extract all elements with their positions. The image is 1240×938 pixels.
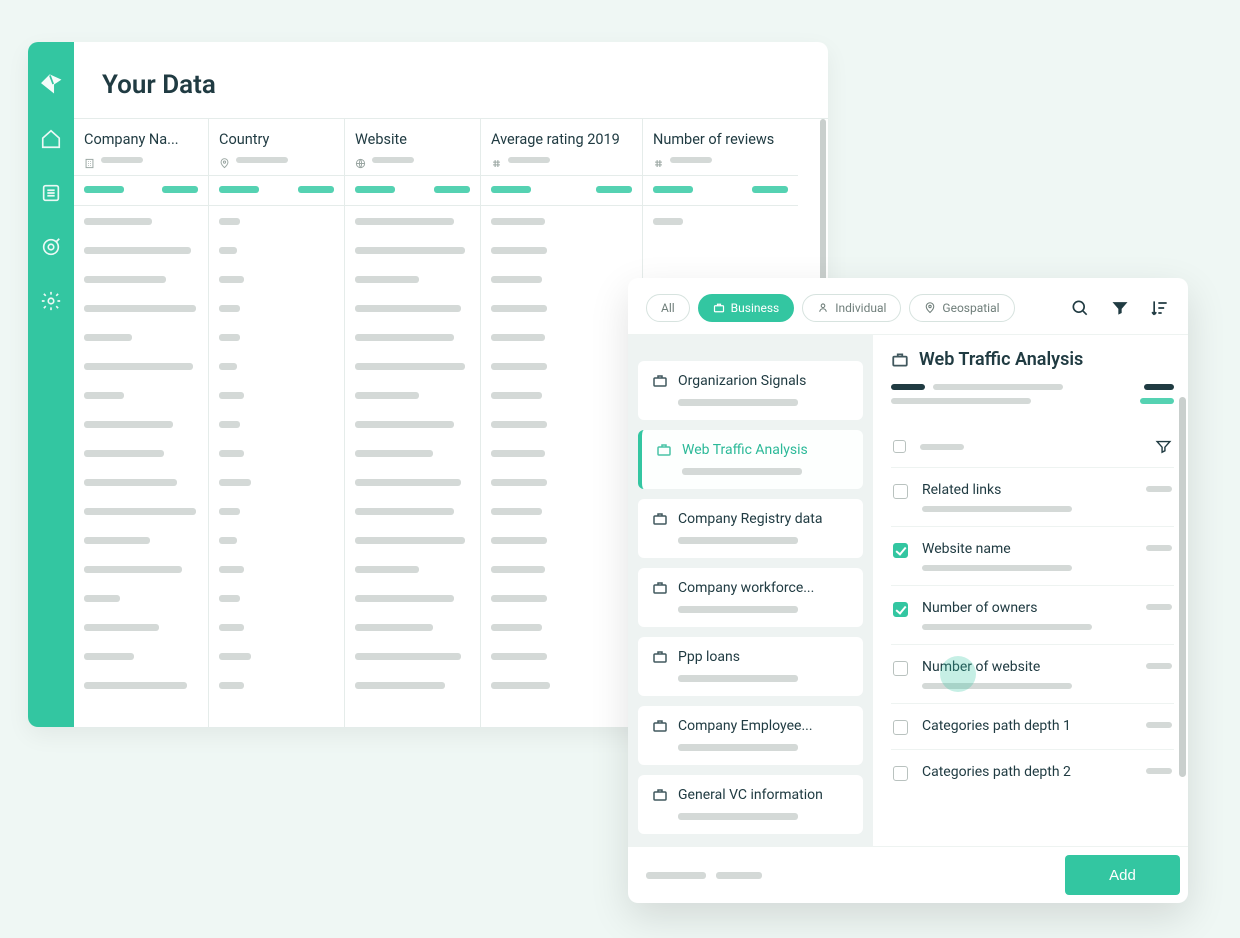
filter-label: Geospatial [942,301,999,315]
signal-filterbar [891,434,1174,459]
home-icon[interactable] [40,128,62,154]
chip [162,186,198,193]
target-icon[interactable] [40,236,62,262]
column-header[interactable]: Country [209,119,344,176]
column-header[interactable]: Company Na... [74,119,208,176]
category-item[interactable]: Company Registry data [638,499,863,558]
category-label: Organizarion Signals [678,373,806,389]
signal-tag [1146,486,1172,492]
panel-body: Organizarion Signals Web Traffic Analysi… [628,334,1188,846]
column-website: Website [345,119,481,727]
signal-item[interactable]: Website name [891,526,1174,585]
signal-checkbox[interactable] [893,543,908,558]
signal-item[interactable]: Number of website [891,644,1174,703]
column-header[interactable]: Average rating 2019 [481,119,642,176]
column-title: Number of reviews [653,131,788,148]
filter-icon[interactable] [1155,438,1172,455]
placeholder-line [646,872,706,879]
search-icon[interactable] [1070,298,1090,318]
app-sidebar [28,42,74,727]
filter-label: Individual [835,301,886,315]
signal-checkbox[interactable] [893,484,908,499]
signal-checkbox[interactable] [893,720,908,735]
detail-meta [891,384,1174,390]
pin-icon [219,154,230,165]
column-country: Country [209,119,345,727]
category-label: Web Traffic Analysis [682,442,808,458]
signal-checkbox[interactable] [893,661,908,676]
detail-scrollbar[interactable] [1179,397,1186,777]
sort-icon[interactable] [1150,298,1170,318]
category-item[interactable]: Web Traffic Analysis [638,430,863,489]
signals-panel: All Business Individual Geospatial Organ [628,278,1188,903]
category-label: Company Employee... [678,718,813,734]
column-header[interactable]: Number of reviews [643,119,798,176]
column-company-name: Company Na... [74,119,209,727]
placeholder-line [670,157,712,163]
page-title: Your Data [74,42,828,118]
category-item[interactable]: Ppp loans [638,637,863,696]
signal-label: Number of website [922,659,1132,675]
settings-icon[interactable] [40,290,62,316]
placeholder-line [372,157,414,163]
list-icon[interactable] [40,182,62,208]
signal-item[interactable]: Categories path depth 2 [891,749,1174,795]
signal-item[interactable]: Related links [891,467,1174,526]
building-icon [84,154,95,165]
category-label: General VC information [678,787,823,803]
select-all-checkbox[interactable] [893,440,906,453]
chip [84,186,124,193]
category-item[interactable]: Company workforce... [638,568,863,627]
logo-icon [38,70,64,100]
column-avg-rating: Average rating 2019 [481,119,643,727]
category-label: Company Registry data [678,511,822,527]
filter-label: Business [731,301,780,315]
column-title: Average rating 2019 [491,131,632,148]
filter-all[interactable]: All [646,294,690,322]
signal-label: Website name [922,541,1132,557]
column-title: Country [219,131,334,148]
signal-label: Number of owners [922,600,1132,616]
column-summary [74,176,208,206]
filter-business[interactable]: Business [698,294,795,322]
placeholder-line [236,157,288,163]
column-header[interactable]: Website [345,119,480,176]
placeholder-line [716,872,762,879]
signal-list: Related links Website name [891,467,1174,846]
category-label: Ppp loans [678,649,740,665]
category-item[interactable]: General VC information [638,775,863,834]
signal-checkbox[interactable] [893,766,908,781]
column-cells [74,206,208,701]
placeholder-line [508,157,550,163]
column-title: Company Na... [84,131,198,148]
hash-icon [491,154,502,165]
signal-item[interactable]: Categories path depth 1 [891,703,1174,749]
category-item[interactable]: Organizarion Signals [638,361,863,420]
filter-icon[interactable] [1110,298,1130,318]
filter-geospatial[interactable]: Geospatial [909,294,1014,322]
hash-icon [653,154,664,165]
category-list: Organizarion Signals Web Traffic Analysi… [628,335,873,846]
detail-title-row: Web Traffic Analysis [891,349,1174,370]
category-item[interactable]: Company Employee... [638,706,863,765]
signal-label: Related links [922,482,1132,498]
signal-label: Categories path depth 1 [922,718,1132,734]
category-label: Company workforce... [678,580,814,596]
panel-footer: Add [628,846,1188,903]
detail-pane: Web Traffic Analysis [873,335,1188,846]
add-button[interactable]: Add [1065,855,1180,895]
placeholder-line [920,444,964,450]
signal-checkbox[interactable] [893,602,908,617]
globe-icon [355,154,366,165]
signal-label: Categories path depth 2 [922,764,1132,780]
placeholder-line [101,157,143,163]
filter-individual[interactable]: Individual [802,294,901,322]
column-title: Website [355,131,470,148]
panel-toolbar: All Business Individual Geospatial [628,278,1188,334]
detail-title: Web Traffic Analysis [919,349,1083,370]
signal-item[interactable]: Number of owners [891,585,1174,644]
